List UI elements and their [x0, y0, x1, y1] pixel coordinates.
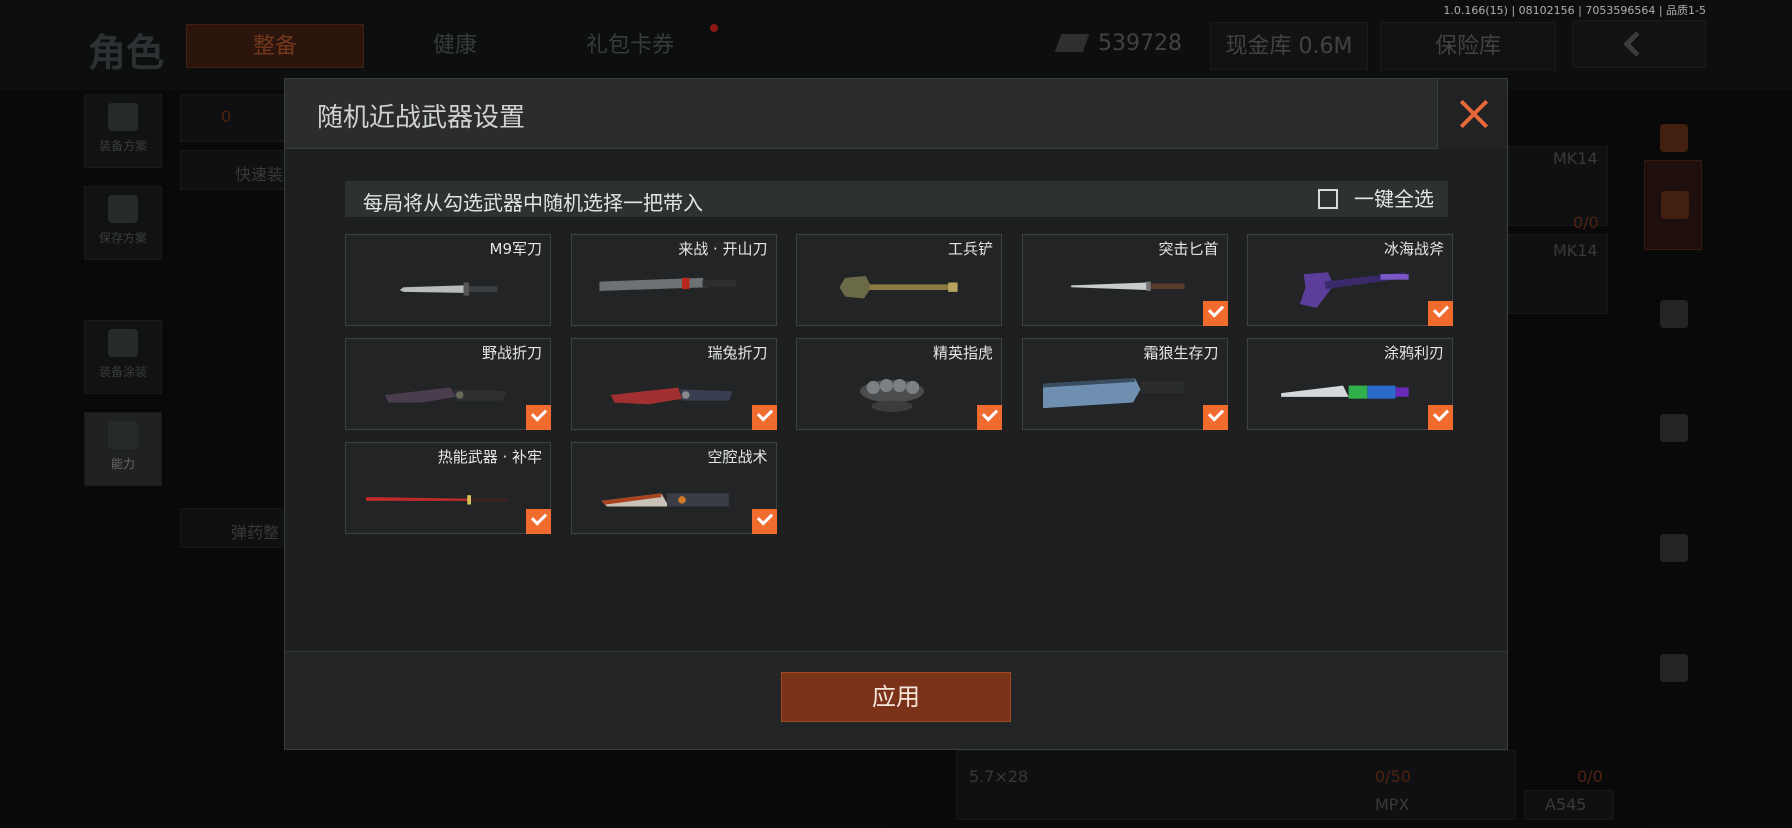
info-bar: 每局将从勾选武器中随机选择一把带入 一键全选 — [345, 181, 1448, 217]
checkmark-icon[interactable] — [526, 405, 551, 430]
weapon-name: 霜狼生存刀 — [1143, 344, 1219, 362]
select-all-checkbox[interactable] — [1318, 189, 1338, 209]
weapon-card[interactable]: 精英指虎 — [796, 338, 1002, 430]
weapon-card[interactable]: 霜狼生存刀 — [1021, 338, 1228, 430]
apply-button[interactable]: 应用 — [781, 672, 1011, 722]
checkmark-icon[interactable] — [977, 405, 1002, 430]
checkmark-icon[interactable] — [1428, 405, 1453, 430]
axe-icon — [1299, 272, 1409, 308]
dialog-title: 随机近战武器设置 — [317, 103, 526, 133]
select-all-label: 一键全选 — [1354, 187, 1434, 211]
checkmark-icon[interactable] — [1202, 301, 1228, 326]
info-text: 每局将从勾选武器中随机选择一把带入 — [363, 191, 703, 215]
weapon-card[interactable]: 瑞兔折刀 — [570, 338, 777, 430]
weapon-card[interactable]: 空腔战术 — [570, 442, 777, 534]
select-all-toggle[interactable]: 一键全选 — [1318, 186, 1434, 212]
folding-knife-red-icon — [610, 387, 733, 405]
weapon-name: 工兵铲 — [947, 240, 993, 258]
weapon-card[interactable]: M9军刀 — [345, 234, 551, 326]
weapon-name: 精英指虎 — [932, 344, 993, 362]
weapon-name: 冰海战斧 — [1383, 240, 1444, 258]
weapon-card[interactable]: 突击匕首 — [1021, 234, 1228, 326]
weapon-name: 热能武器 · 补牢 — [437, 448, 542, 466]
machete-icon — [599, 277, 736, 291]
weapon-name: 野战折刀 — [481, 344, 542, 362]
dagger-icon — [1070, 281, 1185, 291]
graffiti-blade-icon — [1281, 385, 1409, 399]
checkmark-icon[interactable] — [1202, 405, 1228, 430]
weapon-card[interactable]: 热能武器 · 补牢 — [345, 442, 551, 534]
dialog-header: 随机近战武器设置 — [285, 79, 1507, 149]
weapon-card[interactable]: 涂鸦利刃 — [1247, 338, 1453, 430]
knuckles-icon — [860, 379, 924, 412]
close-button[interactable] — [1437, 79, 1507, 149]
weapon-card[interactable]: 来战 · 开山刀 — [570, 234, 777, 326]
checkmark-icon[interactable] — [751, 509, 777, 534]
weapon-name: 空腔战术 — [707, 448, 768, 466]
weapon-card[interactable]: 工兵铲 — [796, 234, 1002, 326]
random-melee-dialog: 随机近战武器设置 每局将从勾选武器中随机选择一把带入 一键全选 M9军刀 来战 ·… — [284, 78, 1508, 750]
folding-knife-icon — [384, 387, 507, 403]
weapon-card[interactable]: 冰海战斧 — [1247, 234, 1453, 326]
weapon-name: 突击匕首 — [1158, 240, 1219, 258]
weapon-name: 涂鸦利刃 — [1383, 344, 1444, 362]
checkmark-icon[interactable] — [1428, 301, 1453, 326]
dialog-footer: 应用 — [285, 651, 1507, 749]
shovel-icon — [839, 275, 958, 299]
bayonet-icon — [399, 282, 498, 296]
weapon-name: 来战 · 开山刀 — [678, 240, 768, 258]
weapon-card[interactable]: 野战折刀 — [345, 338, 551, 430]
weapon-name: M9军刀 — [489, 240, 543, 258]
tactical-knife-icon — [600, 493, 729, 507]
weapon-grid: M9军刀 来战 · 开山刀 工兵铲 突击匕首 冰海战斧野战折刀 瑞兔折刀 精英指虎 霜狼生存刀… — [345, 234, 1453, 534]
katana-icon — [366, 495, 509, 505]
checkmark-icon[interactable] — [751, 405, 777, 430]
checkmark-icon[interactable] — [526, 509, 551, 534]
weapon-name: 瑞兔折刀 — [707, 344, 768, 362]
survival-knife-icon — [1042, 378, 1184, 409]
